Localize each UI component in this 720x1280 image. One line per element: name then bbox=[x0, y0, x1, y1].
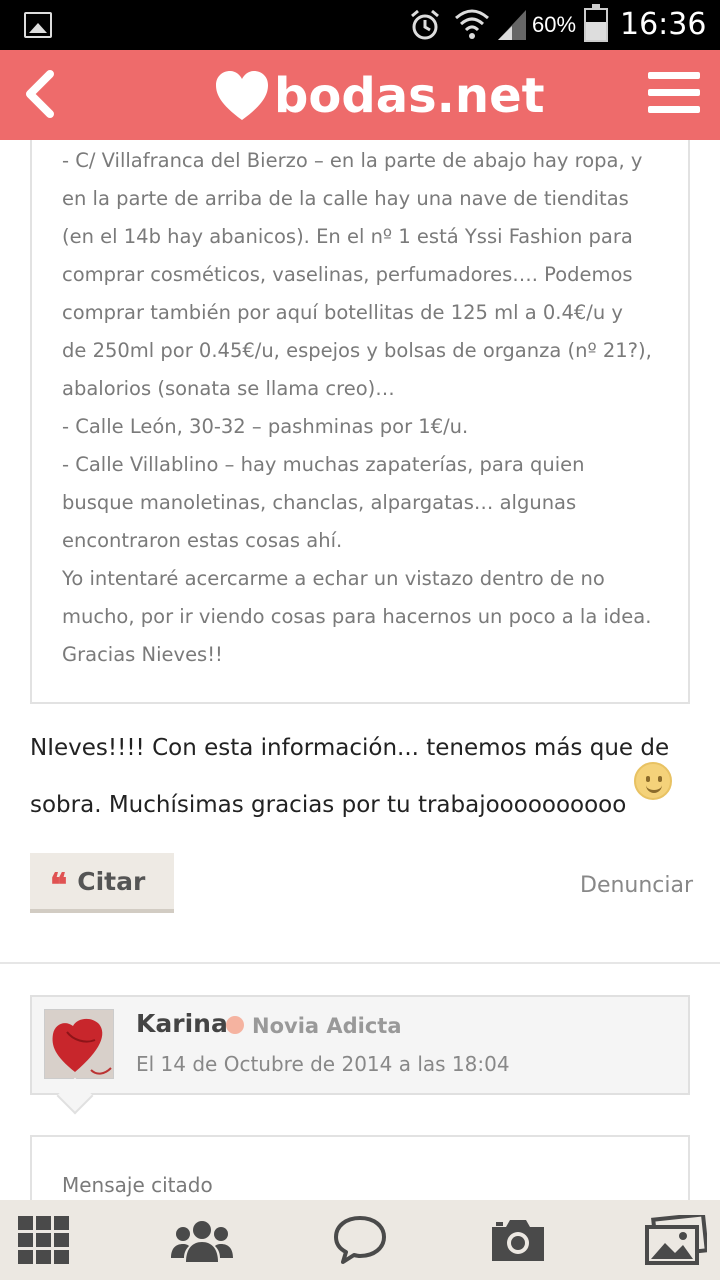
quote-icon: ❝ bbox=[50, 866, 68, 904]
smiley-icon bbox=[634, 762, 673, 800]
quoted-message: - C/ Villafranca del Bierzo – en la part… bbox=[30, 140, 690, 704]
nav-grid-button[interactable] bbox=[4, 1200, 84, 1280]
quote-line: comprar cosméticos, vaselinas, perfumado… bbox=[62, 263, 633, 286]
nav-community-button[interactable] bbox=[162, 1200, 242, 1280]
chat-bubble-icon bbox=[334, 1216, 386, 1264]
quote-line: - C/ Villafranca del Bierzo – en la part… bbox=[62, 149, 643, 172]
heart-icon bbox=[216, 71, 268, 120]
quote-line: abalorios (sonata se llama creo)… bbox=[62, 377, 395, 400]
quote-line: mucho, por ir viendo cosas para hacernos… bbox=[62, 605, 652, 628]
camera-icon bbox=[492, 1220, 544, 1261]
status-bar: 60% 16:36 bbox=[0, 0, 720, 50]
post-line: NIeves!!!! Con esta información... tenem… bbox=[30, 735, 670, 761]
status-dot-icon bbox=[226, 1016, 244, 1034]
post-divider bbox=[0, 962, 720, 964]
signal-icon bbox=[498, 10, 526, 40]
quoted-message-label: Mensaje citado bbox=[62, 1173, 213, 1197]
author-role: Novia Adicta bbox=[252, 1014, 402, 1038]
bottom-nav bbox=[0, 1200, 720, 1280]
author-name[interactable]: Karina bbox=[136, 1009, 228, 1038]
back-button[interactable] bbox=[18, 64, 68, 124]
menu-bar-icon bbox=[648, 106, 700, 113]
quote-line: encontraron estas cosas ahí. bbox=[62, 529, 343, 552]
quote-line: Yo intentaré acercarme a echar un vistaz… bbox=[62, 567, 605, 590]
quote-line: - Calle León, 30-32 – pashminas por 1€/u… bbox=[62, 415, 469, 438]
post-date: El 14 de Octubre de 2014 a las 18:04 bbox=[136, 1052, 510, 1076]
nav-camera-button[interactable] bbox=[478, 1200, 558, 1280]
quote-line: (en el 14b hay abanicos). En el nº 1 est… bbox=[62, 225, 633, 248]
quote-button[interactable]: ❝ Citar bbox=[30, 853, 174, 913]
post-body: NIeves!!!! Con esta información... tenem… bbox=[30, 720, 690, 834]
photos-icon bbox=[645, 1215, 707, 1265]
nav-photos-button[interactable] bbox=[636, 1200, 716, 1280]
quote-line: - Calle Villablino – hay muchas zapaterí… bbox=[62, 453, 585, 476]
menu-button[interactable] bbox=[648, 72, 700, 118]
quoted-message-2: Mensaje citado bbox=[30, 1135, 690, 1200]
battery-icon bbox=[584, 4, 608, 42]
app-header: bodas.net bbox=[0, 50, 720, 140]
logo[interactable]: bodas.net bbox=[214, 64, 545, 128]
menu-bar-icon bbox=[648, 89, 700, 96]
report-link[interactable]: Denunciar bbox=[580, 873, 693, 898]
heart-avatar-icon bbox=[45, 1010, 113, 1078]
users-icon bbox=[171, 1221, 233, 1262]
quote-button-label: Citar bbox=[77, 866, 146, 896]
logo-text: bodas.net bbox=[274, 68, 545, 124]
battery-percent: 60% bbox=[532, 12, 577, 37]
clock: 16:36 bbox=[620, 7, 707, 42]
author-card: Karina Novia Adicta El 14 de Octubre de … bbox=[30, 995, 690, 1095]
quote-line: busque manoletinas, chanclas, alpargatas… bbox=[62, 491, 577, 514]
gallery-notification-icon bbox=[24, 12, 52, 38]
post-line: sobra. Muchísimas gracias por tu trabajo… bbox=[30, 792, 627, 818]
menu-bar-icon bbox=[648, 72, 700, 79]
grid-icon bbox=[18, 1216, 69, 1264]
wifi-icon bbox=[455, 9, 489, 39]
nav-messages-button[interactable] bbox=[320, 1200, 400, 1280]
avatar[interactable] bbox=[44, 1009, 114, 1079]
alarm-icon bbox=[411, 9, 439, 40]
quote-line: comprar también por aquí botellitas de 1… bbox=[62, 301, 623, 324]
post-line-wrap: sobra. Muchísimas gracias por tu trabajo… bbox=[30, 762, 690, 834]
thread-content[interactable]: - C/ Villafranca del Bierzo – en la part… bbox=[0, 140, 720, 1200]
quote-line: Gracias Nieves!! bbox=[62, 643, 223, 666]
quote-line: en la parte de arriba de la calle hay un… bbox=[62, 187, 629, 210]
quoted-message-text: - C/ Villafranca del Bierzo – en la part… bbox=[62, 142, 658, 674]
quote-line: de 250ml por 0.45€/u, espejos y bolsas d… bbox=[62, 339, 652, 362]
